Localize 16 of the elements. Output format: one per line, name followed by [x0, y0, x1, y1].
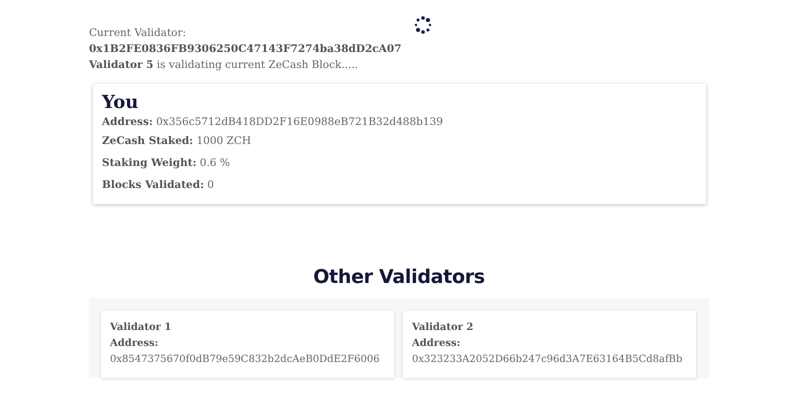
- address-label: Address:: [412, 337, 462, 351]
- loading-spinner-icon: [413, 15, 434, 35]
- info-line: Address: 0x356c5712dB418DD2F16E0988eB721B32d488b139: [102, 115, 444, 130]
- address-label: Address:: [110, 337, 160, 351]
- info-line: ZeCash Staked: 1000 ZCH: [102, 134, 252, 149]
- current-validator-label: Current Validator:: [89, 26, 186, 41]
- info-line: Staking Weight: 0.6 %: [102, 156, 231, 171]
- validator-address: 0x8547375670f0dB79e59C832b2dcAeB0DdE2F6006: [110, 353, 381, 367]
- validator-name: Validator 2: [412, 321, 474, 335]
- validating-message: Validator 5 is validating current ZeCash Block.....: [89, 58, 358, 73]
- info-line: Blocks Validated: 0: [102, 178, 215, 193]
- validator-address: 0x1B2FE0836FB9306250C47143F7274ba38dD2cA07: [89, 42, 402, 57]
- section-heading: Other Validators: [312, 266, 486, 288]
- validator-name: Validator 1: [110, 321, 172, 335]
- validator-address: 0x323233A2052D66b247c96d3A7E63164B5Cd8afBb: [412, 353, 684, 367]
- card-title: You: [102, 92, 140, 114]
